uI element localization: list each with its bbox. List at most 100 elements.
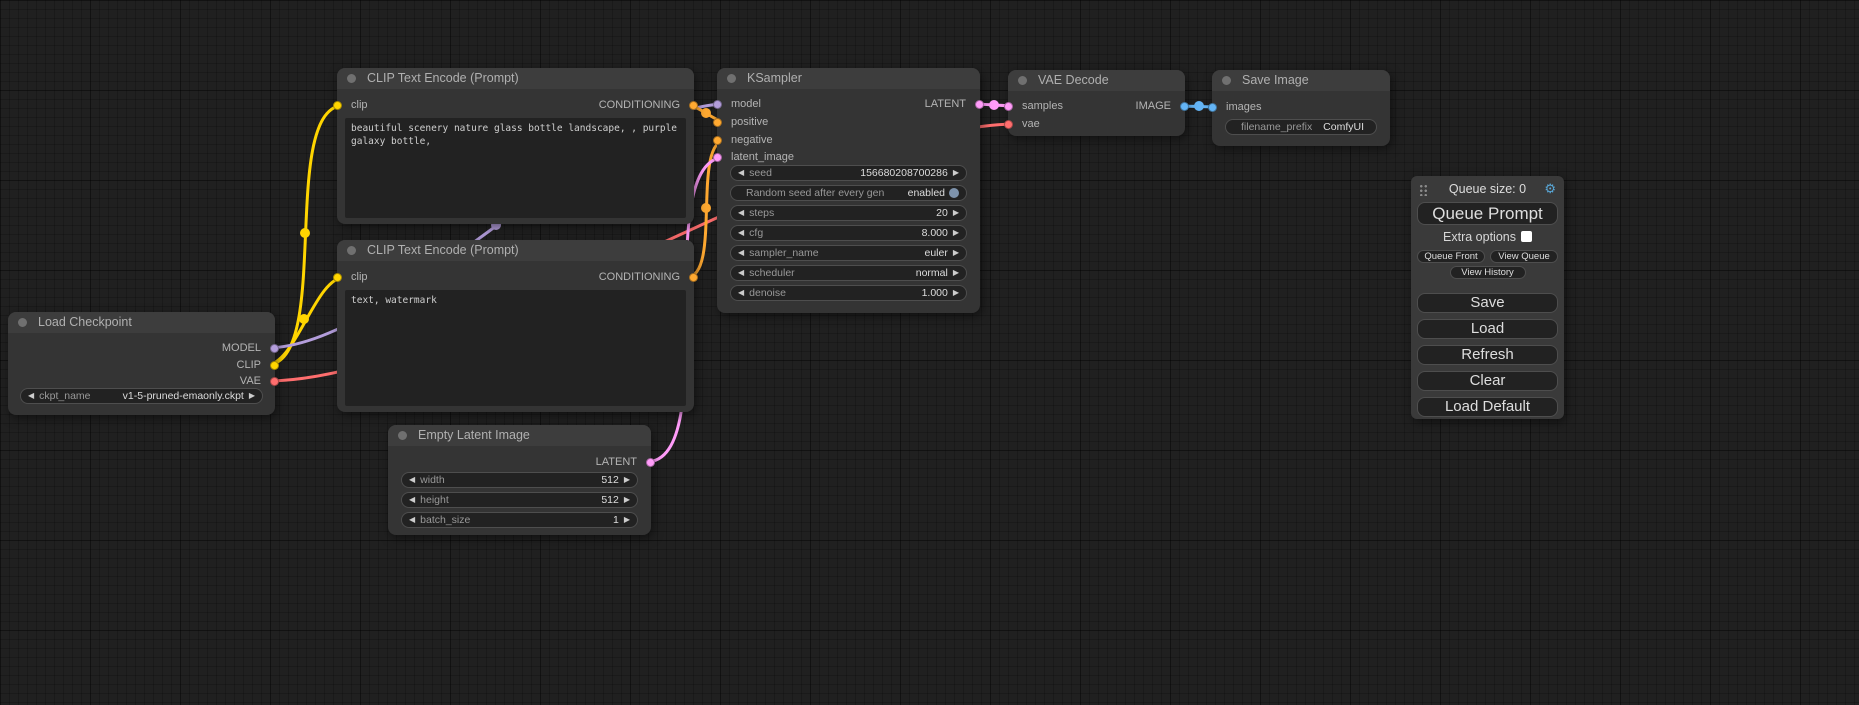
combo-next-icon[interactable]: ▶ <box>953 265 959 281</box>
filename-prefix-widget[interactable]: filename_prefix ComfyUI <box>1225 119 1377 135</box>
random-seed-toggle-widget[interactable]: Random seed after every gen enabled <box>730 185 967 201</box>
link-dot[interactable] <box>300 228 310 238</box>
toggle-dot-icon[interactable] <box>949 188 959 198</box>
node-title: Save Image <box>1212 70 1390 91</box>
widget-label: sampler_name <box>749 247 818 259</box>
combo-next-icon[interactable]: ▶ <box>953 245 959 261</box>
node-vae-decode[interactable]: VAE Decode samples vae IMAGE <box>1008 70 1185 136</box>
collapse-dot-icon[interactable] <box>347 246 356 255</box>
link-dot[interactable] <box>299 314 309 324</box>
denoise-widget[interactable]: ◀ denoise 1.000 ▶ <box>730 285 967 301</box>
save-button[interactable]: Save <box>1417 293 1558 313</box>
output-port-conditioning[interactable] <box>689 273 698 282</box>
increment-icon[interactable]: ▶ <box>624 492 630 508</box>
input-slot-images: images <box>1212 100 1261 114</box>
output-port-clip[interactable] <box>270 361 279 370</box>
collapse-dot-icon[interactable] <box>1222 76 1231 85</box>
output-port-vae[interactable] <box>270 377 279 386</box>
comfyui-canvas[interactable]: { "ui": { "arrow_left": "◀", "arrow_righ… <box>0 0 1859 705</box>
collapse-dot-icon[interactable] <box>18 318 27 327</box>
decrement-icon[interactable]: ◀ <box>409 492 415 508</box>
input-port-latent-image[interactable] <box>713 153 722 162</box>
widget-value: 8.000 <box>922 227 948 239</box>
increment-icon[interactable]: ▶ <box>624 472 630 488</box>
combo-prev-icon[interactable]: ◀ <box>28 388 34 404</box>
view-history-button[interactable]: View History <box>1450 266 1526 279</box>
width-widget[interactable]: ◀ width 512 ▶ <box>401 472 638 488</box>
link-dot[interactable] <box>701 203 711 213</box>
increment-icon[interactable]: ▶ <box>953 205 959 221</box>
prompt-textarea[interactable]: text, watermark <box>345 290 686 406</box>
load-button[interactable]: Load <box>1417 319 1558 339</box>
sampler-name-widget[interactable]: ◀ sampler_name euler ▶ <box>730 245 967 261</box>
refresh-button[interactable]: Refresh <box>1417 345 1558 365</box>
wire-clip-to-positive-encoder <box>266 105 345 365</box>
cfg-widget[interactable]: ◀ cfg 8.000 ▶ <box>730 225 967 241</box>
view-queue-button[interactable]: View Queue <box>1490 250 1558 263</box>
node-empty-latent-image[interactable]: Empty Latent Image LATENT ◀ width 512 ▶ … <box>388 425 651 535</box>
input-slot-latent-image: latent_image <box>717 150 794 164</box>
collapse-dot-icon[interactable] <box>727 74 736 83</box>
widget-value: 512 <box>601 494 619 506</box>
output-port-latent[interactable] <box>646 458 655 467</box>
node-title-label: VAE Decode <box>1038 73 1109 87</box>
output-slot-latent: LATENT <box>925 97 980 111</box>
batch-size-widget[interactable]: ◀ batch_size 1 ▶ <box>401 512 638 528</box>
input-port-negative[interactable] <box>713 136 722 145</box>
node-clip-text-encode-positive[interactable]: CLIP Text Encode (Prompt) clip CONDITION… <box>337 68 694 224</box>
input-port-positive[interactable] <box>713 118 722 127</box>
collapse-dot-icon[interactable] <box>398 431 407 440</box>
clear-button[interactable]: Clear <box>1417 371 1558 391</box>
decrement-icon[interactable]: ◀ <box>738 165 744 181</box>
scheduler-widget[interactable]: ◀ scheduler normal ▶ <box>730 265 967 281</box>
combo-prev-icon[interactable]: ◀ <box>738 265 744 281</box>
node-save-image[interactable]: Save Image images filename_prefix ComfyU… <box>1212 70 1390 146</box>
input-port-images[interactable] <box>1208 103 1217 112</box>
input-port-vae[interactable] <box>1004 120 1013 129</box>
node-title-label: Save Image <box>1242 73 1309 87</box>
output-port-model[interactable] <box>270 344 279 353</box>
ckpt-name-widget[interactable]: ◀ ckpt_name v1-5-pruned-emaonly.ckpt ▶ <box>20 388 263 404</box>
output-slot-conditioning: CONDITIONING <box>599 98 694 112</box>
load-default-button[interactable]: Load Default <box>1417 397 1558 417</box>
link-dot[interactable] <box>701 108 711 118</box>
steps-widget[interactable]: ◀ steps 20 ▶ <box>730 205 967 221</box>
comfy-menu-panel: Queue size: 0 ⚙ Queue Prompt Extra optio… <box>1411 176 1564 419</box>
decrement-icon[interactable]: ◀ <box>738 205 744 221</box>
decrement-icon[interactable]: ◀ <box>409 472 415 488</box>
combo-prev-icon[interactable]: ◀ <box>738 245 744 261</box>
link-dot[interactable] <box>989 100 999 110</box>
collapse-dot-icon[interactable] <box>1018 76 1027 85</box>
node-load-checkpoint[interactable]: Load Checkpoint MODEL CLIP VAE ◀ ckpt_na… <box>8 312 275 415</box>
drag-handle-icon[interactable] <box>1419 184 1427 196</box>
output-port-image[interactable] <box>1180 102 1189 111</box>
output-port-conditioning[interactable] <box>689 101 698 110</box>
input-port-clip[interactable] <box>333 273 342 282</box>
combo-next-icon[interactable]: ▶ <box>249 388 255 404</box>
node-title-label: KSampler <box>747 71 802 85</box>
decrement-icon[interactable]: ◀ <box>409 512 415 528</box>
height-widget[interactable]: ◀ height 512 ▶ <box>401 492 638 508</box>
decrement-icon[interactable]: ◀ <box>738 225 744 241</box>
collapse-dot-icon[interactable] <box>347 74 356 83</box>
link-dot[interactable] <box>1194 101 1204 111</box>
node-clip-text-encode-negative[interactable]: CLIP Text Encode (Prompt) clip CONDITION… <box>337 240 694 412</box>
seed-widget[interactable]: ◀ seed 156680208700286 ▶ <box>730 165 967 181</box>
increment-icon[interactable]: ▶ <box>953 285 959 301</box>
increment-icon[interactable]: ▶ <box>624 512 630 528</box>
input-port-clip[interactable] <box>333 101 342 110</box>
extra-options-checkbox[interactable] <box>1521 231 1532 242</box>
decrement-icon[interactable]: ◀ <box>738 285 744 301</box>
widget-value: 20 <box>936 207 948 219</box>
queue-front-button[interactable]: Queue Front <box>1417 250 1485 263</box>
input-slot-samples: samples <box>1008 99 1063 113</box>
node-ksampler[interactable]: KSampler model positive negative latent_… <box>717 68 980 313</box>
queue-prompt-button[interactable]: Queue Prompt <box>1417 202 1558 225</box>
prompt-textarea[interactable]: beautiful scenery nature glass bottle la… <box>345 118 686 218</box>
gear-icon[interactable]: ⚙ <box>1544 181 1556 197</box>
increment-icon[interactable]: ▶ <box>953 165 959 181</box>
input-port-model[interactable] <box>713 100 722 109</box>
increment-icon[interactable]: ▶ <box>953 225 959 241</box>
input-port-samples[interactable] <box>1004 102 1013 111</box>
output-port-latent[interactable] <box>975 100 984 109</box>
